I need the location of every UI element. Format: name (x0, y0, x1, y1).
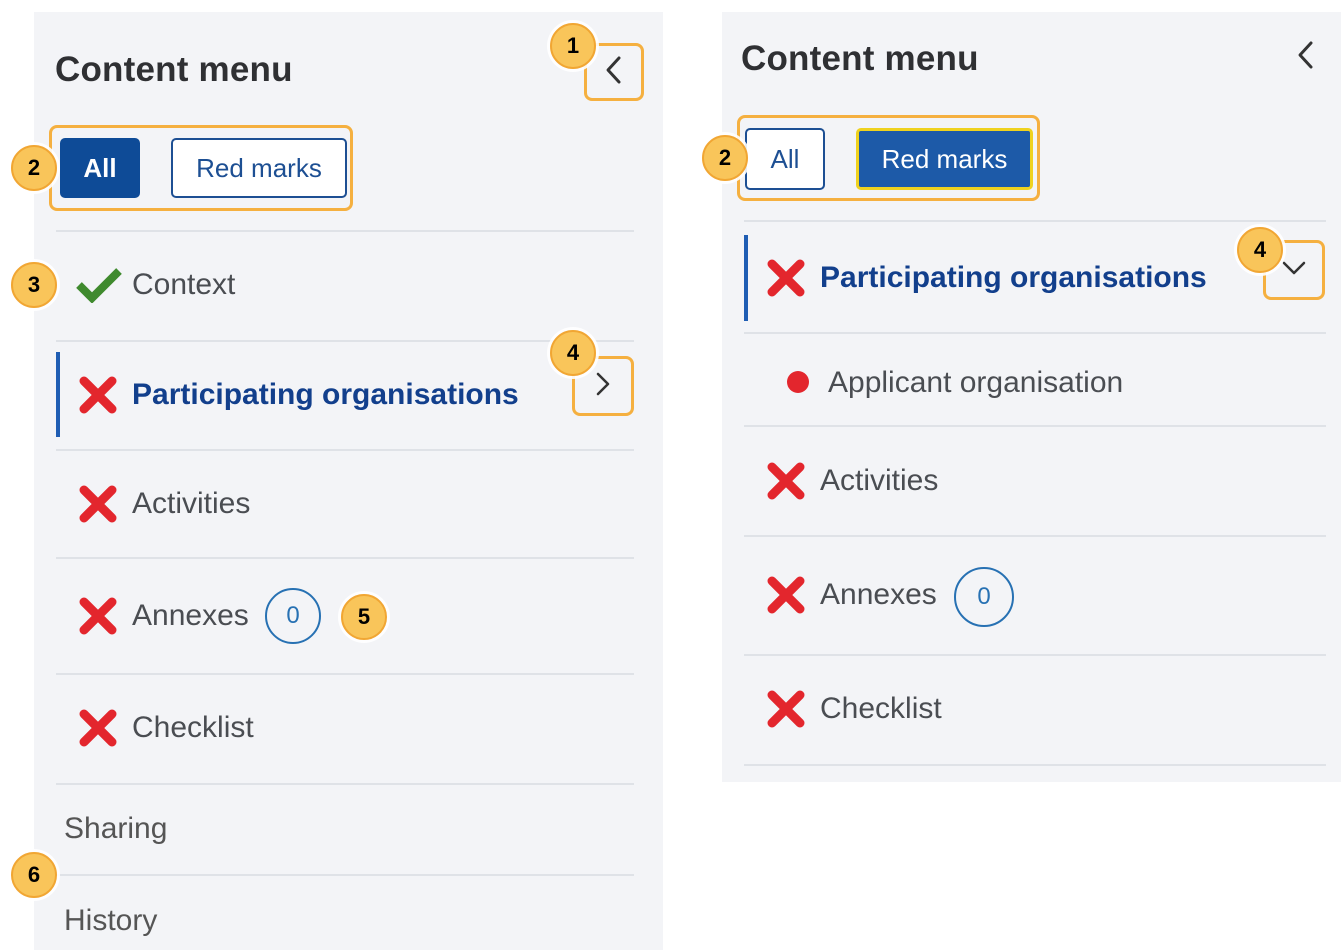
callout-marker-3: 3 (11, 262, 57, 308)
menu-item-activities[interactable]: Activities (78, 474, 250, 534)
divider (56, 557, 634, 559)
divider (56, 449, 634, 451)
menu-item-label: Checklist (820, 692, 942, 725)
filter-all-button[interactable]: All (60, 138, 140, 198)
callout-marker-2: 2 (702, 135, 748, 181)
callout-marker-6: 6 (11, 852, 57, 898)
divider (744, 425, 1326, 427)
divider (56, 673, 634, 675)
divider (744, 220, 1326, 222)
menu-item-history[interactable]: History (64, 891, 157, 951)
menu-item-annexes[interactable]: Annexes (78, 586, 249, 646)
menu-item-label: Annexes (132, 599, 249, 632)
cross-icon (78, 708, 118, 748)
cross-icon (78, 375, 118, 415)
divider (744, 764, 1326, 766)
filter-red-marks-button[interactable]: Red marks (171, 138, 347, 198)
active-item-indicator (56, 352, 60, 437)
menu-item-label: Checklist (132, 711, 254, 744)
menu-item-label: Participating organisations (132, 378, 519, 411)
menu-item-checklist[interactable]: Checklist (766, 679, 942, 739)
filter-all-button[interactable]: All (745, 128, 825, 190)
divider (56, 340, 634, 342)
divider (744, 654, 1326, 656)
filter-red-marks-button[interactable]: Red marks (856, 128, 1033, 190)
divider (744, 332, 1326, 334)
cross-icon (766, 258, 806, 298)
divider (744, 535, 1326, 537)
collapse-menu-button[interactable] (1276, 28, 1336, 86)
menu-item-sharing[interactable]: Sharing (64, 799, 167, 859)
annexes-count-badge: 0 (265, 588, 321, 644)
callout-marker-5: 5 (341, 594, 387, 640)
menu-item-label: Applicant organisation (828, 366, 1124, 399)
cross-icon (78, 484, 118, 524)
active-item-indicator (744, 235, 748, 321)
menu-item-label: History (64, 904, 158, 937)
content-menu-title: Content menu (741, 39, 979, 78)
content-menu-panel-right: Content menu All Red marks Participating… (722, 12, 1341, 782)
chevron-left-icon (604, 55, 624, 90)
annexes-count-badge: 0 (954, 567, 1014, 627)
divider (56, 874, 634, 876)
chevron-down-icon (1281, 260, 1307, 281)
cross-icon (766, 461, 806, 501)
divider (56, 230, 634, 232)
menu-item-label: Sharing (64, 812, 168, 845)
menu-item-context[interactable]: Context (74, 255, 235, 315)
menu-item-label: Context (132, 268, 236, 301)
menu-item-label: Activities (820, 464, 939, 497)
callout-marker-4: 4 (1237, 227, 1283, 273)
submenu-item-applicant-organisation[interactable]: Applicant organisation (828, 353, 1123, 413)
content-menu-title: Content menu (55, 50, 293, 89)
chevron-left-icon (1296, 40, 1316, 75)
cross-icon (766, 575, 806, 615)
checkmark-icon (74, 265, 124, 305)
menu-item-activities[interactable]: Activities (766, 451, 938, 511)
filter-toggle-group: All Red marks (737, 115, 1040, 201)
chevron-right-icon (595, 371, 611, 402)
callout-marker-1: 1 (550, 23, 596, 69)
menu-item-annexes[interactable]: Annexes (766, 565, 937, 625)
divider (56, 783, 634, 785)
callout-marker-4: 4 (550, 330, 596, 376)
menu-item-label: Annexes (820, 578, 937, 611)
menu-item-participating-organisations[interactable]: Participating organisations (78, 365, 519, 425)
cross-icon (766, 689, 806, 729)
menu-item-checklist[interactable]: Checklist (78, 698, 254, 758)
red-dot-icon (787, 371, 809, 393)
menu-item-label: Activities (132, 487, 251, 520)
menu-item-label: Participating organisations (820, 261, 1207, 294)
cross-icon (78, 596, 118, 636)
filter-toggle-group: All Red marks (49, 125, 353, 211)
callout-marker-2: 2 (11, 145, 57, 191)
menu-item-participating-organisations[interactable]: Participating organisations (766, 248, 1207, 308)
content-menu-panel-left: Content menu All Red marks Context Parti… (34, 12, 663, 950)
